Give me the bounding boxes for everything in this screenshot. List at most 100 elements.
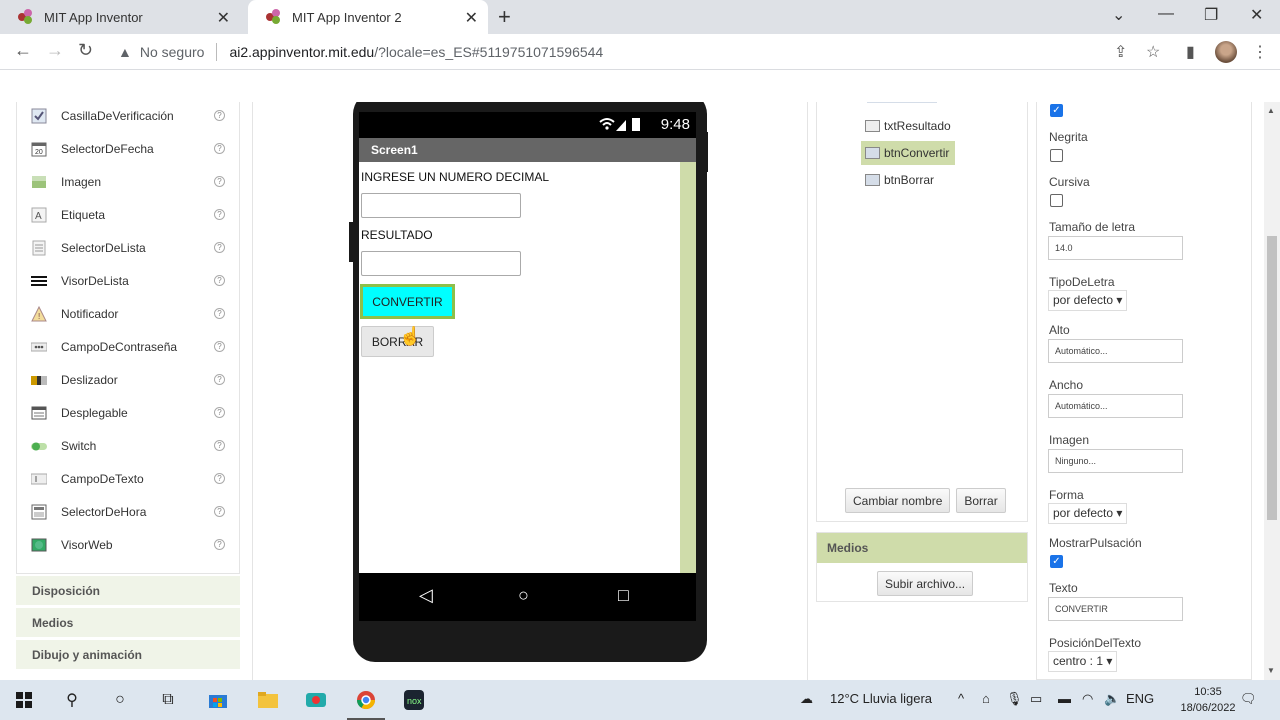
upload-file-button[interactable]: Subir archivo... <box>877 571 974 596</box>
side-panel-icon[interactable]: ▮ <box>1186 42 1195 62</box>
scroll-up-icon[interactable]: ▲ <box>1267 106 1275 115</box>
help-icon[interactable]: ? <box>214 242 225 253</box>
search-icon[interactable]: ⚲ <box>60 688 84 712</box>
palette-drawer-drawing[interactable]: Dibujo y animación <box>16 640 240 670</box>
palette-item-passwordtextbox[interactable]: CampoDeContraseña ? <box>17 330 239 363</box>
help-icon[interactable]: ? <box>214 275 225 286</box>
palette-item-spinner[interactable]: Desplegable ? <box>17 396 239 429</box>
image-input[interactable]: Ninguno... <box>1048 449 1183 473</box>
avatar[interactable] <box>1215 41 1237 63</box>
italic-checkbox[interactable] <box>1050 194 1063 207</box>
help-icon[interactable]: ? <box>214 209 225 220</box>
result-textbox[interactable] <box>361 251 521 276</box>
enabled-checkbox[interactable]: ✓ <box>1050 104 1063 117</box>
battery-icon[interactable]: ▬ <box>1058 691 1071 706</box>
palette-item-slider[interactable]: Deslizador ? <box>17 363 239 396</box>
help-icon[interactable]: ? <box>214 143 225 154</box>
back-icon[interactable]: ← <box>14 40 32 61</box>
meet-now-icon[interactable]: ⌂ <box>982 691 990 706</box>
window-close-icon[interactable]: ✕ <box>1250 5 1263 25</box>
palette-drawer-media[interactable]: Medios <box>16 608 240 638</box>
restore-icon[interactable]: ❐ <box>1204 5 1218 25</box>
page-scrollbar[interactable]: ▲ ▼ <box>1264 102 1280 680</box>
security-label[interactable]: No seguro <box>140 44 205 60</box>
component-btnConvertir[interactable]: btnConvertir <box>861 141 956 165</box>
palette-item-label-component[interactable]: A Etiqueta ? <box>17 198 239 231</box>
component-btnBorrar[interactable]: btnBorrar <box>865 168 940 192</box>
chrome-icon[interactable] <box>354 688 378 712</box>
showfeedback-checkbox[interactable]: ✓ <box>1050 555 1063 568</box>
help-icon[interactable]: ? <box>214 110 225 121</box>
palette-item-listpicker[interactable]: SelectorDeLista ? <box>17 231 239 264</box>
tab-search-icon[interactable]: ⌄ <box>1112 5 1125 25</box>
notifications-icon[interactable]: 🗨 <box>1240 691 1257 707</box>
help-icon[interactable]: ? <box>214 407 225 418</box>
url-field[interactable]: ▲ No seguro ai2.appinventor.mit.edu/?loc… <box>108 37 1138 67</box>
browser-tab-1[interactable]: MIT App Inventor ✕ <box>0 0 240 34</box>
warning-icon[interactable]: ▲ <box>118 44 132 60</box>
palette-item-notifier[interactable]: ! Notificador ? <box>17 297 239 330</box>
help-icon[interactable]: ? <box>214 176 225 187</box>
palette-item-checkbox[interactable]: CasillaDeVerificación ? <box>17 102 239 132</box>
text-input[interactable]: CONVERTIR <box>1048 597 1183 621</box>
menu-kebab-icon[interactable]: ⋮ <box>1252 42 1268 62</box>
bookmark-star-icon[interactable]: ☆ <box>1146 42 1160 62</box>
help-icon[interactable]: ? <box>214 440 225 451</box>
label-resultado[interactable]: RESULTADO <box>361 228 433 242</box>
shape-select[interactable]: por defecto ▾ <box>1048 503 1128 524</box>
palette-drawer-layout[interactable]: Disposición <box>16 576 240 606</box>
store-icon[interactable] <box>206 688 230 712</box>
width-input[interactable]: Automático... <box>1048 394 1183 418</box>
forward-icon[interactable]: → <box>46 40 64 61</box>
palette-item-timepicker[interactable]: SelectorDeHora ? <box>17 495 239 528</box>
help-icon[interactable]: ? <box>214 341 225 352</box>
scroll-thumb[interactable] <box>1267 236 1277 520</box>
clock[interactable]: 10:35 18/06/2022 <box>1178 684 1238 716</box>
palette-item-switch[interactable]: Switch ? <box>17 429 239 462</box>
file-explorer-icon[interactable] <box>256 688 280 712</box>
textalign-select[interactable]: centro : 1 ▾ <box>1048 651 1118 672</box>
help-icon[interactable]: ? <box>214 539 225 550</box>
windows-start-icon[interactable] <box>12 688 36 712</box>
help-icon[interactable]: ? <box>214 308 225 319</box>
screen-scrollbar[interactable] <box>680 162 696 573</box>
minimize-icon[interactable]: — <box>1158 5 1174 23</box>
delete-button[interactable]: Borrar <box>956 488 1006 513</box>
palette-item-datepicker[interactable]: 20 SelectorDeFecha ? <box>17 132 239 165</box>
palette-item-webviewer[interactable]: VisorWeb ? <box>17 528 239 561</box>
new-tab-icon[interactable]: + <box>498 4 511 30</box>
rename-button[interactable]: Cambiar nombre <box>845 488 951 513</box>
decimal-textbox[interactable] <box>361 193 521 218</box>
recorder-app-icon[interactable] <box>304 688 328 712</box>
convert-button[interactable]: CONVERTIR <box>360 284 455 319</box>
reload-icon[interactable]: ↻ <box>78 40 93 61</box>
cortana-icon[interactable]: ○ <box>108 688 132 712</box>
nox-player-icon[interactable]: nox <box>402 688 426 712</box>
component-txtResultado[interactable]: txtResultado <box>865 114 957 138</box>
help-icon[interactable]: ? <box>214 374 225 385</box>
height-input[interactable]: Automático... <box>1048 339 1183 363</box>
display-icon[interactable]: ▭ <box>1030 691 1042 707</box>
chevron-up-icon[interactable]: ^ <box>958 691 964 706</box>
share-icon[interactable]: ⇪ <box>1114 42 1127 62</box>
volume-icon[interactable]: 🔈 <box>1104 691 1120 707</box>
clear-button[interactable]: BORRAR <box>361 326 434 357</box>
weather-cloud-icon[interactable]: ☁ <box>800 691 813 707</box>
help-icon[interactable]: ? <box>214 473 225 484</box>
palette-item-listview[interactable]: VisorDeLista ? <box>17 264 239 297</box>
scroll-down-icon[interactable]: ▼ <box>1267 666 1275 675</box>
palette-item-textbox[interactable]: CampoDeTexto ? <box>17 462 239 495</box>
wifi-icon[interactable]: ◠ <box>1082 691 1093 707</box>
help-icon[interactable]: ? <box>214 506 225 517</box>
palette-item-image[interactable]: Imagen ? <box>17 165 239 198</box>
close-tab-icon[interactable]: ✕ <box>217 8 230 28</box>
browser-tab-2[interactable]: MIT App Inventor 2 ✕ <box>248 0 488 34</box>
label-ingrese[interactable]: INGRESE UN NUMERO DECIMAL <box>361 170 549 184</box>
close-tab-icon[interactable]: ✕ <box>465 8 478 28</box>
fontsize-input[interactable]: 14.0 <box>1048 236 1183 260</box>
weather-text[interactable]: 12°C Lluvia ligera <box>830 691 932 706</box>
microphone-icon[interactable]: 🎙 <box>1006 691 1023 707</box>
fonttype-select[interactable]: por defecto ▾ <box>1048 290 1128 311</box>
language-indicator[interactable]: ENG <box>1126 691 1154 706</box>
task-view-icon[interactable]: ⧉ <box>156 688 180 712</box>
